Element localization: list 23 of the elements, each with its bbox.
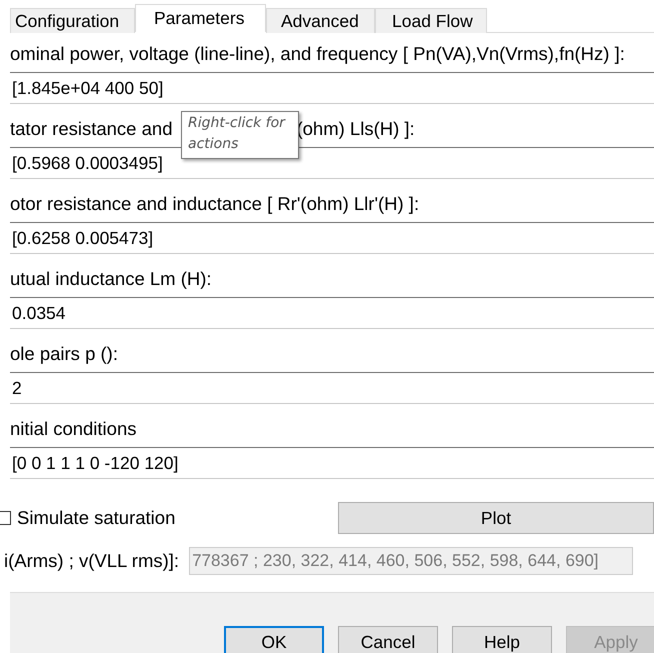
input-field[interactable]: [0 0 1 1 1 0 -120 120] (10, 447, 654, 479)
input-field[interactable]: [0.5968 0.0003495] (10, 147, 654, 179)
dialog-button[interactable]: Help (452, 626, 552, 653)
field-label: tator resistance and (10, 118, 172, 140)
tab[interactable]: Load Flow (375, 8, 487, 33)
tab[interactable]: Advanced (266, 8, 375, 33)
field-label: nitial conditions (10, 418, 136, 440)
dialog-button[interactable]: Cancel (338, 626, 438, 653)
input-field[interactable]: 2 (10, 372, 654, 404)
field-label: utual inductance Lm (H): (10, 268, 212, 290)
field-label: ominal power, voltage (line-line), and frequency [ Pn(VA),Vn(Vrms),fn(Hz) ]: (10, 43, 625, 65)
input-field[interactable]: [0.6258 0.005473] (10, 222, 654, 254)
field-label: i(Arms) ; v(VLL rms)]: (4, 550, 180, 572)
input-field[interactable]: [1.845e+04 400 50] (10, 72, 654, 104)
checkbox-label[interactable]: Simulate saturation (17, 507, 176, 529)
tab[interactable]: Parameters (135, 4, 266, 32)
field-label: otor resistance and inductance [ Rr'(ohm) Llr'(H) ]: (10, 193, 420, 215)
input-field[interactable]: 0.0354 (10, 297, 654, 329)
field-label: ole pairs p (): (10, 343, 118, 365)
checkbox[interactable] (0, 511, 11, 525)
tab[interactable]: Configuration (10, 8, 135, 33)
dialog-button[interactable]: OK (224, 626, 324, 653)
plot-button[interactable]: Plot (338, 502, 654, 534)
